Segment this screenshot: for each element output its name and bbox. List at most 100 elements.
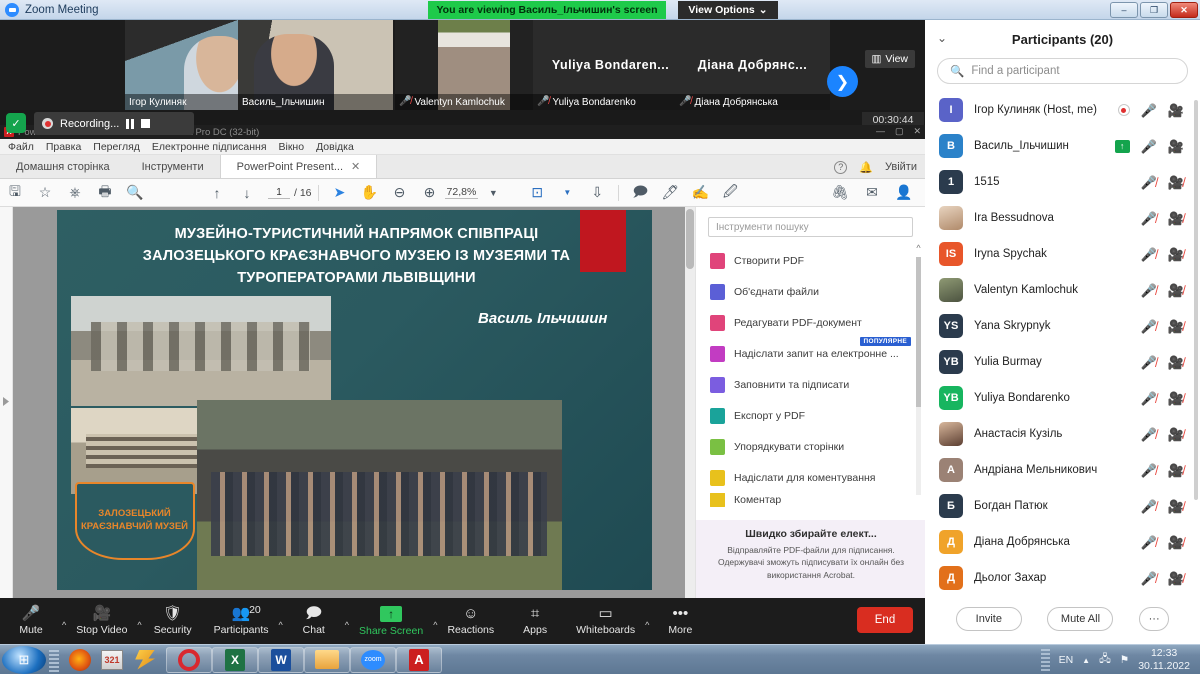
draw-icon[interactable]: ✍ (685, 179, 715, 207)
participant-row[interactable]: Ira Bessudnova 🎤̸ 🎥̸ (925, 200, 1200, 236)
tab-tools[interactable]: Інструменти (126, 155, 220, 178)
stamp-icon[interactable]: 🖉 (715, 179, 745, 207)
menu-view[interactable]: Перегляд (93, 141, 140, 153)
participants-button[interactable]: 👥 20 Participants (204, 598, 279, 644)
tool-comment[interactable]: Коментар (696, 493, 925, 507)
video-camera-icon[interactable]: 🎥 (1168, 104, 1184, 117)
video-tile-diana[interactable]: Діана Добрянс... 🎤̸ Діана Добрянська (675, 20, 830, 110)
taskbar-zoom-window[interactable]: zoom (350, 646, 396, 673)
scroll-mode-icon[interactable]: ⇩ (582, 179, 612, 207)
zoom-out-icon[interactable]: ⊖ (385, 179, 415, 207)
tools-search-input[interactable]: Інструменти пошуку (708, 217, 913, 237)
menu-help[interactable]: Довідка (316, 141, 354, 153)
taskbar-acrobat-window[interactable]: A (396, 646, 442, 673)
show-hidden-icons-icon[interactable]: ▲ (1082, 656, 1090, 665)
menu-file[interactable]: Файл (8, 141, 34, 153)
participant-row[interactable]: І Ігор Кулиняк (Host, me) 🎤 🎥 (925, 92, 1200, 128)
cursor-icon[interactable]: ➤ (325, 179, 355, 207)
more-options-button[interactable]: ··· (1139, 607, 1170, 631)
video-tile-yuliya[interactable]: Yuliya Bondaren... 🎤̸ Yuliya Bondarenko (533, 20, 688, 110)
help-icon[interactable]: ? (834, 160, 848, 174)
acrobat-left-rail[interactable] (0, 207, 13, 598)
video-tile-valentyn[interactable]: 🎤̸ Valentyn Kamlochuk (395, 20, 550, 110)
view-layout-button[interactable]: ▥ View (864, 50, 915, 68)
taskbar-word-window[interactable]: W (258, 646, 304, 673)
acrobat-restore-button[interactable]: ▢ (895, 126, 904, 137)
zoom-level-value[interactable]: 72,8% (444, 186, 479, 199)
acrobat-close-button[interactable]: ✕ (913, 126, 921, 137)
chevron-down-icon[interactable]: ⌄ (937, 31, 947, 45)
video-camera-icon[interactable]: 🎥 (1168, 140, 1184, 153)
mute-button[interactable]: 🎤 Mute (0, 598, 62, 644)
tool-organize-pages[interactable]: Упорядкувати сторінки (696, 431, 925, 462)
tab-document[interactable]: PowerPoint Present... ✕ (219, 155, 378, 178)
close-button[interactable]: ✕ (1170, 2, 1198, 18)
scroll-up-icon[interactable]: ^ (914, 243, 923, 253)
network-icon[interactable]: 🖧 (1099, 651, 1111, 669)
tool-combine-files[interactable]: Об'єднати файли (696, 276, 925, 307)
chevron-down-icon[interactable]: ▼ (552, 179, 582, 207)
cloud-upload-icon[interactable]: ⎈ (60, 179, 90, 207)
chat-button[interactable]: 🗩 Chat (283, 598, 345, 644)
next-page-icon[interactable]: ↓ (232, 179, 262, 207)
document-scrollbar-thumb[interactable] (686, 209, 694, 269)
restore-button[interactable]: ❐ (1140, 2, 1168, 18)
microphone-icon[interactable]: 🎤 (1141, 140, 1157, 153)
security-button[interactable]: 🛡 Security (142, 598, 204, 644)
invite-button[interactable]: Invite (955, 607, 1022, 631)
zoom-in-icon[interactable]: ⊕ (415, 179, 445, 207)
stop-recording-button[interactable] (141, 119, 151, 128)
chevron-down-icon[interactable]: ▼ (478, 179, 508, 207)
view-options-button[interactable]: View Options ⌄ (678, 1, 778, 19)
tray-grip[interactable] (1040, 649, 1050, 671)
taskbar-grip[interactable] (49, 647, 59, 672)
prev-page-icon[interactable]: ↑ (202, 179, 232, 207)
star-icon[interactable]: ☆ (30, 179, 60, 207)
search-icon[interactable]: 🔍 (120, 179, 150, 207)
pause-recording-button[interactable] (126, 118, 135, 129)
firefox-icon[interactable] (66, 647, 94, 673)
tool-request-esign[interactable]: ПОПУЛЯРНЕ Надіслати запит на електронне … (696, 337, 925, 369)
expand-panel-icon[interactable] (3, 397, 9, 406)
tools-scrollbar[interactable]: ^ (914, 243, 923, 511)
taskbar-explorer-window[interactable] (304, 646, 350, 673)
winamp-icon[interactable] (130, 647, 158, 673)
print-icon[interactable]: 🖶 (90, 179, 120, 207)
acrobat-minimize-button[interactable]: — (876, 126, 885, 137)
participant-row[interactable]: YB Yuliya Bondarenko 🎤̸ 🎥̸ (925, 380, 1200, 416)
whiteboards-button[interactable]: ▭ Whiteboards (566, 598, 645, 644)
page-indicator[interactable]: 1 / 16 (268, 187, 312, 199)
participant-row[interactable]: Д Дьолог Захар 🎤̸ 🎥̸ (925, 560, 1200, 592)
microphone-icon[interactable]: 🎤 (1141, 104, 1157, 117)
bell-icon[interactable]: 🔔 (859, 161, 873, 174)
share-screen-button[interactable]: ↑ Share Screen (349, 598, 433, 644)
tool-export-pdf[interactable]: Експорт у PDF (696, 400, 925, 431)
menu-esign[interactable]: Електронне підписання (152, 141, 267, 153)
acrobat-menubar[interactable]: Файл Правка Перегляд Електронне підписан… (0, 139, 925, 155)
taskbar-clock[interactable]: 12:33 30.11.2022 (1138, 647, 1190, 672)
zoom-window-controls[interactable]: – ❐ ✕ (1110, 2, 1198, 18)
participant-row[interactable]: Valentyn Kamlochuk 🎤̸ 🎥̸ (925, 272, 1200, 308)
attachment-icon[interactable]: 🖇 (825, 179, 855, 207)
video-tile-vasyl[interactable]: Василь_Ільчишин (238, 20, 393, 110)
stop-video-button[interactable]: 🎥 Stop Video (66, 598, 137, 644)
menu-window[interactable]: Вікно (279, 141, 305, 153)
participant-row[interactable]: YB Yulia Burmay 🎤̸ 🎥̸ (925, 344, 1200, 380)
participant-row[interactable]: IS Iryna Spychak 🎤̸ 🎥̸ (925, 236, 1200, 272)
participant-row[interactable]: А Андріана Мельникович 🎤̸ 🎥̸ (925, 452, 1200, 488)
reactions-button[interactable]: ☺ Reactions (437, 598, 504, 644)
participant-row[interactable]: Анастасія Кузіль 🎤̸ 🎥̸ (925, 416, 1200, 452)
fit-page-icon[interactable]: ⊡ (522, 179, 552, 207)
participants-scrollbar-thumb[interactable] (1194, 100, 1198, 500)
participant-row[interactable]: YS Yana Skrypnyk 🎤̸ 🎥̸ (925, 308, 1200, 344)
windows-start-icon[interactable]: ⊞ (2, 645, 46, 674)
save-icon[interactable]: 🖫 (0, 179, 30, 207)
menu-edit[interactable]: Правка (46, 141, 81, 153)
participants-list[interactable]: І Ігор Кулиняк (Host, me) 🎤 🎥 В Василь_І… (925, 92, 1200, 592)
tool-send-for-comments[interactable]: Надіслати для коментування (696, 462, 925, 493)
close-icon[interactable]: ✕ (351, 160, 360, 173)
signin-button[interactable]: Увійти (885, 161, 917, 173)
participant-row[interactable]: В Василь_Ільчишин ↑ 🎤 🎥 (925, 128, 1200, 164)
tool-edit-pdf[interactable]: Редагувати PDF-документ (696, 307, 925, 338)
minimize-button[interactable]: – (1110, 2, 1138, 18)
